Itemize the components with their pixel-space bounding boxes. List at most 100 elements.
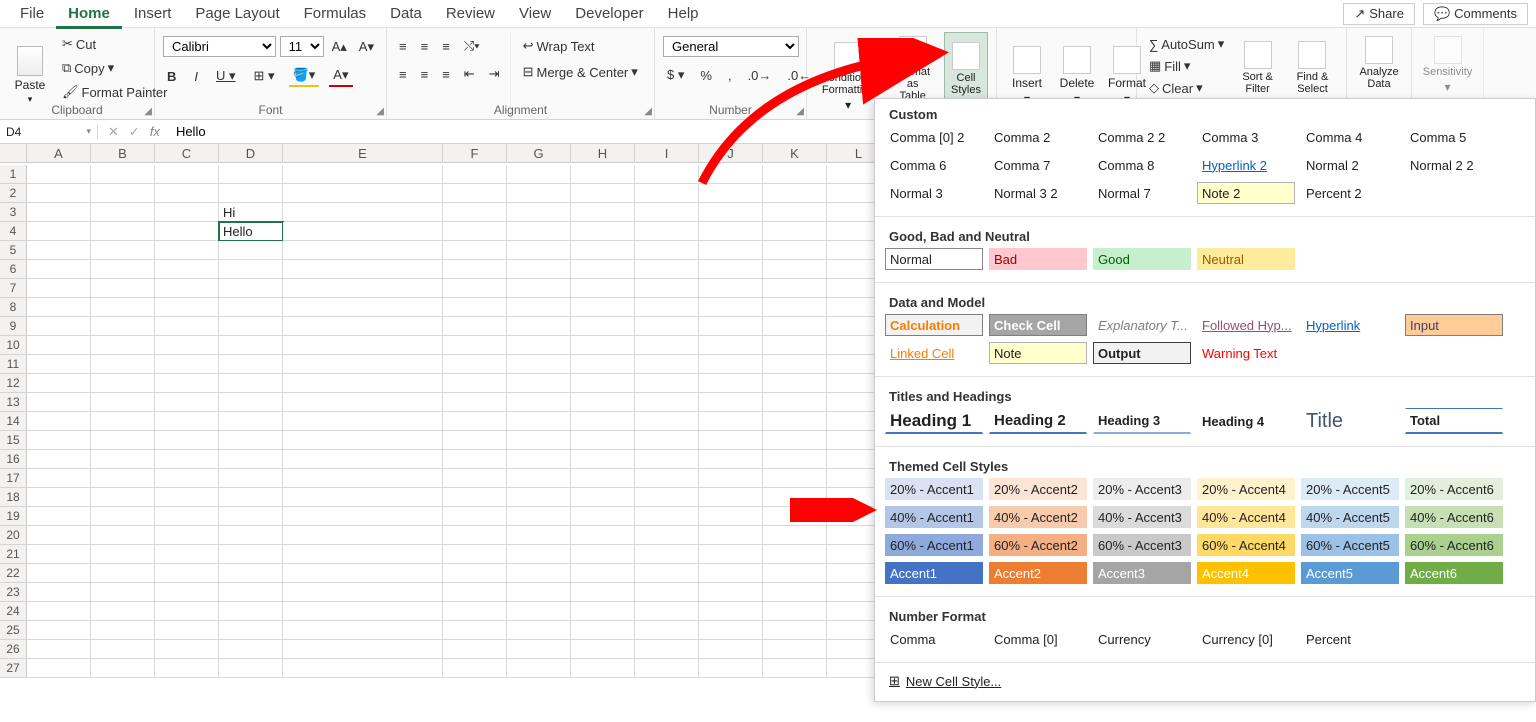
- row-header-21[interactable]: 21: [0, 545, 27, 564]
- row-header-12[interactable]: 12: [0, 374, 27, 393]
- style-heading-2[interactable]: Heading 2: [989, 408, 1087, 434]
- cell-K16[interactable]: [763, 450, 827, 469]
- cell-D16[interactable]: [219, 450, 283, 469]
- col-header-J[interactable]: J: [699, 144, 763, 163]
- comma-button[interactable]: ,: [724, 66, 736, 85]
- number-launcher-icon[interactable]: ◢: [796, 106, 804, 117]
- align-center-button[interactable]: ≡: [417, 65, 433, 84]
- style-40-accent4[interactable]: 40% - Accent4: [1197, 506, 1295, 528]
- cell-J8[interactable]: [699, 298, 763, 317]
- cell-I13[interactable]: [635, 393, 699, 412]
- cell-G11[interactable]: [507, 355, 571, 374]
- cell-F16[interactable]: [443, 450, 507, 469]
- cell-B3[interactable]: [91, 203, 155, 222]
- cell-C19[interactable]: [155, 507, 219, 526]
- cell-G21[interactable]: [507, 545, 571, 564]
- cell-H9[interactable]: [571, 317, 635, 336]
- cell-E1[interactable]: [283, 165, 443, 184]
- cell-F25[interactable]: [443, 621, 507, 640]
- cell-A27[interactable]: [27, 659, 91, 678]
- align-right-button[interactable]: ≡: [438, 65, 454, 84]
- style-40-accent6[interactable]: 40% - Accent6: [1405, 506, 1503, 528]
- cell-C25[interactable]: [155, 621, 219, 640]
- style-currency[interactable]: Currency: [1093, 628, 1191, 650]
- cell-I27[interactable]: [635, 659, 699, 678]
- cell-G22[interactable]: [507, 564, 571, 583]
- cell-J9[interactable]: [699, 317, 763, 336]
- cell-D8[interactable]: [219, 298, 283, 317]
- row-header-16[interactable]: 16: [0, 450, 27, 469]
- cell-F13[interactable]: [443, 393, 507, 412]
- cell-I26[interactable]: [635, 640, 699, 659]
- cell-C23[interactable]: [155, 583, 219, 602]
- cell-B1[interactable]: [91, 165, 155, 184]
- cell-D15[interactable]: [219, 431, 283, 450]
- cell-G12[interactable]: [507, 374, 571, 393]
- cell-E26[interactable]: [283, 640, 443, 659]
- row-header-3[interactable]: 3: [0, 203, 27, 222]
- cell-C9[interactable]: [155, 317, 219, 336]
- align-middle-button[interactable]: ≡: [417, 37, 433, 56]
- cell-D26[interactable]: [219, 640, 283, 659]
- cell-A25[interactable]: [27, 621, 91, 640]
- cell-F10[interactable]: [443, 336, 507, 355]
- cell-I10[interactable]: [635, 336, 699, 355]
- tab-data[interactable]: Data: [378, 1, 434, 26]
- orientation-button[interactable]: ⤭▾: [460, 36, 484, 56]
- cell-K7[interactable]: [763, 279, 827, 298]
- col-header-A[interactable]: A: [27, 144, 91, 163]
- cell-E10[interactable]: [283, 336, 443, 355]
- percent-button[interactable]: %: [696, 66, 716, 85]
- new-cell-style-button[interactable]: ⊞ New Cell Style...: [875, 667, 1535, 695]
- cell-F23[interactable]: [443, 583, 507, 602]
- row-header-10[interactable]: 10: [0, 336, 27, 355]
- cell-J16[interactable]: [699, 450, 763, 469]
- cell-D27[interactable]: [219, 659, 283, 678]
- style-input[interactable]: Input: [1405, 314, 1503, 336]
- style-comma-0-[interactable]: Comma [0]: [989, 628, 1087, 650]
- cell-A19[interactable]: [27, 507, 91, 526]
- cell-B6[interactable]: [91, 260, 155, 279]
- cell-I16[interactable]: [635, 450, 699, 469]
- style-60-accent1[interactable]: 60% - Accent1: [885, 534, 983, 556]
- style-heading-4[interactable]: Heading 4: [1197, 408, 1295, 434]
- cell-H6[interactable]: [571, 260, 635, 279]
- style-20-accent1[interactable]: 20% - Accent1: [885, 478, 983, 500]
- cell-B12[interactable]: [91, 374, 155, 393]
- cell-E5[interactable]: [283, 241, 443, 260]
- cell-A2[interactable]: [27, 184, 91, 203]
- cell-F19[interactable]: [443, 507, 507, 526]
- alignment-launcher-icon[interactable]: ◢: [644, 106, 652, 117]
- cell-B13[interactable]: [91, 393, 155, 412]
- font-launcher-icon[interactable]: ◢: [376, 106, 384, 117]
- cell-F9[interactable]: [443, 317, 507, 336]
- cell-J24[interactable]: [699, 602, 763, 621]
- style-comma[interactable]: Comma: [885, 628, 983, 650]
- cell-K18[interactable]: [763, 488, 827, 507]
- cell-I15[interactable]: [635, 431, 699, 450]
- style-accent6[interactable]: Accent6: [1405, 562, 1503, 584]
- cell-B27[interactable]: [91, 659, 155, 678]
- cell-A22[interactable]: [27, 564, 91, 583]
- cell-A5[interactable]: [27, 241, 91, 260]
- row-header-5[interactable]: 5: [0, 241, 27, 260]
- cell-G6[interactable]: [507, 260, 571, 279]
- cell-J3[interactable]: [699, 203, 763, 222]
- borders-button[interactable]: ⊞ ▾: [250, 66, 279, 86]
- style-accent2[interactable]: Accent2: [989, 562, 1087, 584]
- cell-G23[interactable]: [507, 583, 571, 602]
- cell-A11[interactable]: [27, 355, 91, 374]
- cell-F14[interactable]: [443, 412, 507, 431]
- cell-F7[interactable]: [443, 279, 507, 298]
- cell-J15[interactable]: [699, 431, 763, 450]
- col-header-B[interactable]: B: [91, 144, 155, 163]
- style-note-2[interactable]: Note 2: [1197, 182, 1295, 204]
- enter-formula-icon[interactable]: ✓: [129, 124, 140, 140]
- style-check-cell[interactable]: Check Cell: [989, 314, 1087, 336]
- cell-F24[interactable]: [443, 602, 507, 621]
- cell-G2[interactable]: [507, 184, 571, 203]
- cell-K25[interactable]: [763, 621, 827, 640]
- share-button[interactable]: ↗ Share: [1343, 3, 1415, 25]
- style-40-accent2[interactable]: 40% - Accent2: [989, 506, 1087, 528]
- cell-B22[interactable]: [91, 564, 155, 583]
